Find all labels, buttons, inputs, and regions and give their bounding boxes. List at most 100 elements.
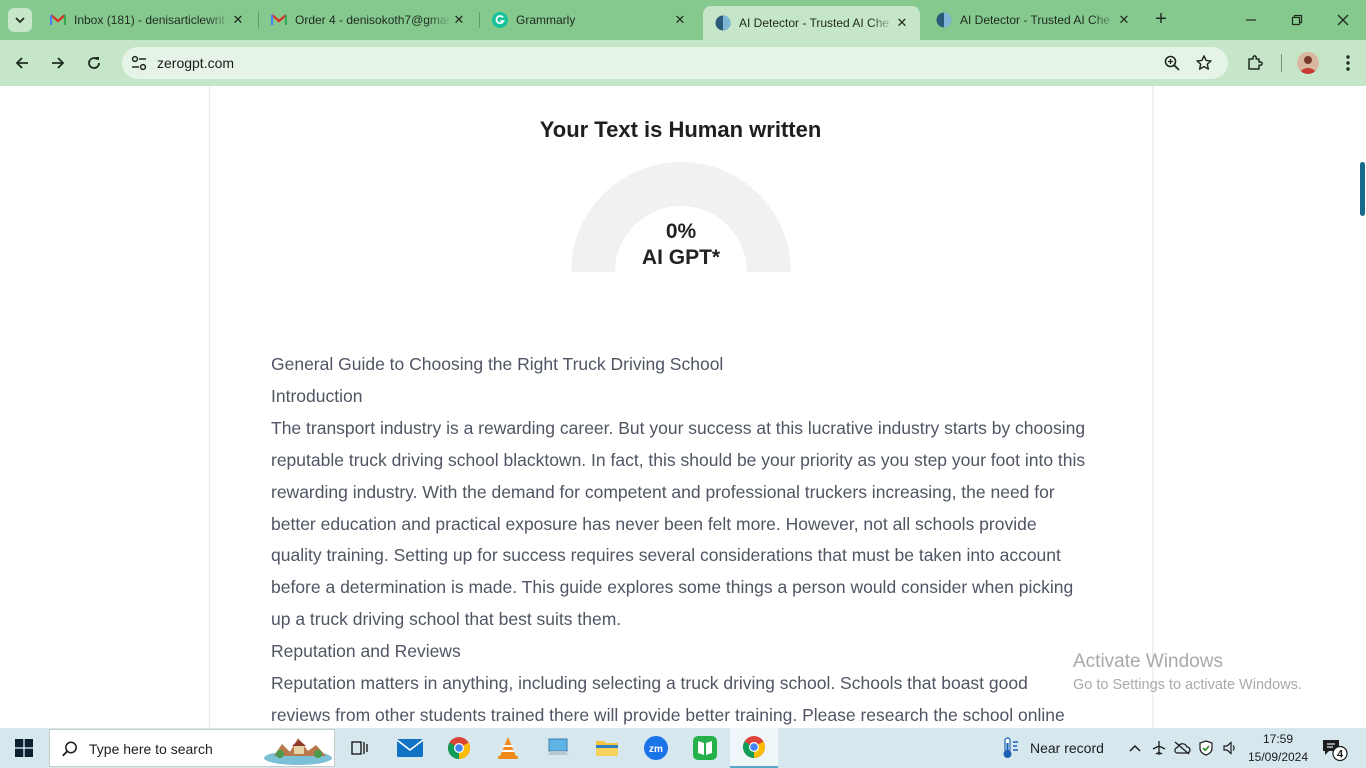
tab-title: AI Detector - Trusted AI Che xyxy=(960,13,1111,27)
shield-icon xyxy=(1199,740,1213,756)
vlc-icon xyxy=(498,737,518,759)
notification-count: 4 xyxy=(1337,749,1344,761)
chevron-up-icon xyxy=(1129,744,1141,752)
doc-section-title: Introduction xyxy=(271,385,363,406)
ai-percentage: 0% xyxy=(665,220,697,243)
result-title: Your Text is Human written xyxy=(539,117,822,142)
folder-icon xyxy=(596,741,618,756)
search-placeholder[interactable]: Type here to search xyxy=(89,741,213,757)
new-tab-button[interactable]: + xyxy=(1150,9,1172,31)
close-icon[interactable]: ✕ xyxy=(451,12,467,28)
close-window-button[interactable] xyxy=(1320,0,1366,40)
zoom-app-button[interactable]: zm xyxy=(632,728,680,768)
gmail-icon xyxy=(271,12,287,28)
onedrive-tray-button[interactable] xyxy=(1173,739,1191,757)
taskbar-search[interactable]: Type here to search xyxy=(49,729,335,767)
gmail-icon xyxy=(50,12,66,28)
ai-gpt-label: AI GPT* xyxy=(641,246,721,269)
mail-app-button[interactable] xyxy=(386,728,434,768)
windows-logo-icon xyxy=(15,739,33,757)
thermometer-icon[interactable] xyxy=(1000,737,1020,759)
doc-section-title: Reputation and Reviews xyxy=(271,641,461,662)
address-bar[interactable]: zerogpt.com xyxy=(122,47,1228,79)
search-icon xyxy=(62,741,77,757)
search-highlight-image xyxy=(264,738,332,765)
close-icon xyxy=(1337,14,1349,26)
vlc-app-button[interactable] xyxy=(484,728,532,768)
zoom-icon[interactable] xyxy=(1163,54,1181,72)
zerogpt-icon xyxy=(936,12,952,28)
computer-icon xyxy=(547,738,569,755)
avatar-icon xyxy=(1297,52,1319,74)
security-tray-button[interactable] xyxy=(1197,739,1215,757)
tab-title: Inbox (181) - denisarticlewrit xyxy=(74,13,225,27)
close-icon[interactable]: ✕ xyxy=(230,12,246,28)
reload-icon xyxy=(88,57,100,69)
forward-button[interactable] xyxy=(44,49,72,77)
clock-time[interactable]: 17:59 xyxy=(1246,732,1310,746)
notifications-button[interactable]: 4 xyxy=(1320,736,1350,762)
doc-paragraph: The transport industry is a rewarding ca… xyxy=(271,417,1086,630)
minimize-button[interactable] xyxy=(1228,0,1274,40)
volume-tray-button[interactable] xyxy=(1221,739,1239,757)
chrome-app-button[interactable] xyxy=(435,728,483,768)
tab-search-button[interactable] xyxy=(8,8,32,32)
tab-gmail-inbox[interactable]: Inbox (181) - denisarticlewrit ✕ xyxy=(38,8,256,32)
tab-gmail-order[interactable]: Order 4 - denisokoth7@gmail ✕ xyxy=(259,8,477,32)
chrome-icon xyxy=(448,737,470,759)
restore-icon xyxy=(1291,14,1303,26)
watermark-subtitle: Go to Settings to activate Windows. xyxy=(1073,677,1302,693)
tab-ai-detector-active[interactable]: AI Detector - Trusted AI Che ✕ xyxy=(703,6,920,40)
mail-icon xyxy=(397,739,423,757)
start-button[interactable] xyxy=(0,728,48,768)
zerogpt-icon xyxy=(715,15,731,31)
profile-avatar[interactable] xyxy=(1297,52,1319,74)
tab-strip: Inbox (181) - denisarticlewrit ✕ Order 4… xyxy=(0,0,1366,40)
network-tray-button[interactable] xyxy=(1150,739,1168,757)
watermark-title: Activate Windows xyxy=(1073,651,1223,672)
tab-title: Grammarly xyxy=(516,13,576,27)
task-view-icon xyxy=(351,741,368,755)
task-view-button[interactable] xyxy=(336,728,384,768)
web-page: Your Text is Human written 0% AI GPT* Ge… xyxy=(0,86,1366,728)
site-settings-icon[interactable] xyxy=(130,54,148,72)
bookmark-star-icon[interactable] xyxy=(1195,54,1213,72)
arrow-right-icon xyxy=(52,57,65,69)
windows-taskbar: Type here to search zm Near record 17:59… xyxy=(0,728,1366,768)
activate-windows-watermark: Activate Windows Go to Settings to activ… xyxy=(1073,651,1302,693)
restore-button[interactable] xyxy=(1274,0,1320,40)
tab-title: AI Detector - Trusted AI Che xyxy=(739,16,890,30)
file-explorer-button[interactable] xyxy=(583,728,631,768)
back-button[interactable] xyxy=(8,49,36,77)
browser-toolbar: zerogpt.com xyxy=(0,40,1366,86)
chrome-active-button[interactable] xyxy=(730,728,778,768)
analyzed-text: General Guide to Choosing the Right Truc… xyxy=(271,349,1091,728)
browser-menu-button[interactable] xyxy=(1337,52,1359,74)
speaker-icon xyxy=(1223,741,1235,755)
url-text[interactable]: zerogpt.com xyxy=(157,55,234,71)
tab-title: Order 4 - denisokoth7@gmail xyxy=(295,13,451,27)
clock-date[interactable]: 15/09/2024 xyxy=(1246,750,1310,764)
book-icon xyxy=(693,736,717,760)
close-icon[interactable]: ✕ xyxy=(672,12,688,28)
minimize-icon xyxy=(1246,19,1256,21)
chevron-down-icon xyxy=(15,17,25,24)
reload-button[interactable] xyxy=(80,49,108,77)
kebab-menu-icon xyxy=(1346,55,1350,71)
tab-ai-detector[interactable]: AI Detector - Trusted AI Che ✕ xyxy=(924,8,1142,32)
pc-app-button[interactable] xyxy=(534,728,582,768)
cloud-offline-icon xyxy=(1174,741,1191,755)
doc-heading: General Guide to Choosing the Right Truc… xyxy=(271,354,724,374)
page-scrollbar-thumb[interactable] xyxy=(1360,162,1365,216)
show-hidden-icons-button[interactable] xyxy=(1126,739,1144,757)
close-icon[interactable]: ✕ xyxy=(894,15,910,31)
svg-text:zm: zm xyxy=(649,744,663,755)
grammarly-icon xyxy=(492,12,508,28)
extensions-button[interactable] xyxy=(1244,52,1266,74)
kobo-app-button[interactable] xyxy=(681,728,729,768)
doc-paragraph: Reputation matters in anything, includin… xyxy=(271,673,1065,725)
zoom-icon: zm xyxy=(644,736,668,760)
weather-text[interactable]: Near record xyxy=(1030,740,1104,756)
close-icon[interactable]: ✕ xyxy=(1116,12,1132,28)
tab-grammarly[interactable]: Grammarly ✕ xyxy=(480,8,698,32)
